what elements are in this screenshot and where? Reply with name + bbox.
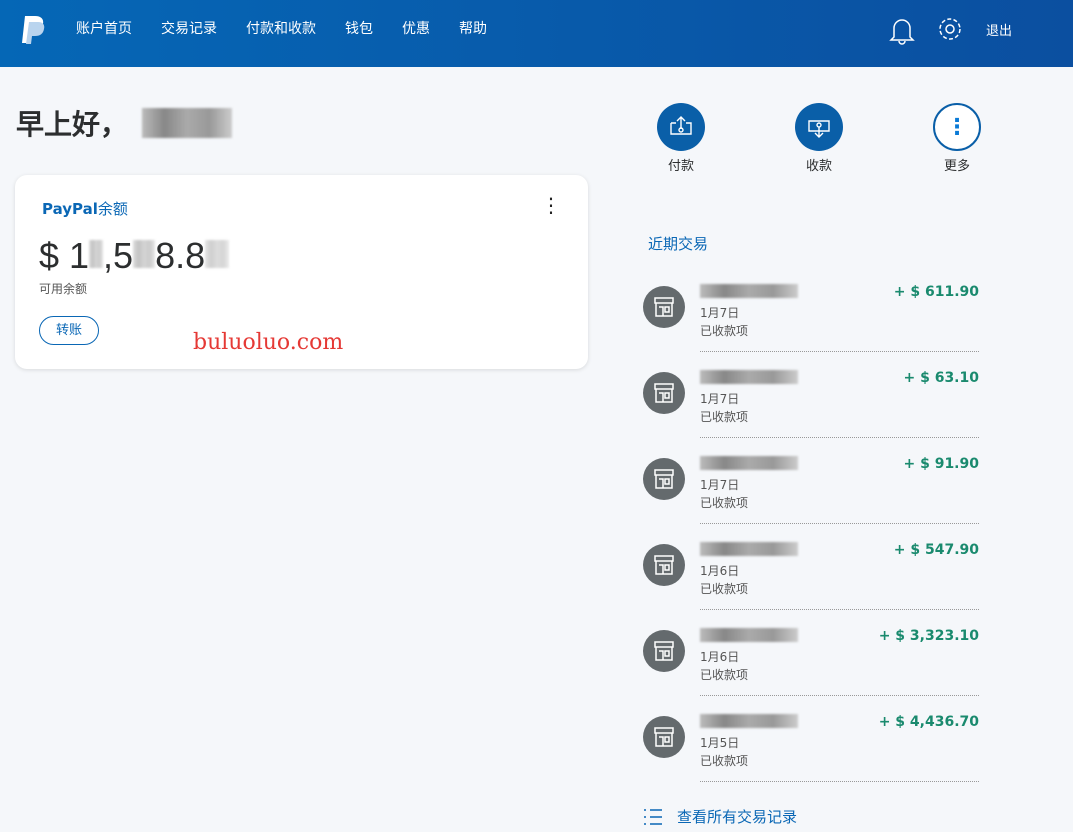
gear-icon[interactable] <box>936 15 964 43</box>
balance-amount: $ 1 ,5 8.8 <box>39 235 230 277</box>
transaction-date: 1月7日 <box>700 478 740 492</box>
transfer-button[interactable]: 转账 <box>39 316 99 345</box>
transaction-amount: + $ 63.10 <box>903 370 979 386</box>
send-money-icon <box>657 103 705 151</box>
transaction-status: 已收款项 <box>700 324 749 338</box>
blurred-digit <box>89 240 104 268</box>
view-all-text: 查看所有交易记录 <box>677 808 798 826</box>
transaction-date: 1月6日 <box>700 564 740 578</box>
store-icon <box>643 458 685 500</box>
blurred-merchant-name <box>700 284 798 298</box>
greeting-text: 早上好， <box>16 108 129 141</box>
nav-wallet[interactable]: 钱包 <box>345 18 373 38</box>
blurred-digit <box>133 240 156 268</box>
blurred-merchant-name <box>700 456 798 470</box>
transaction-status: 已收款项 <box>700 496 749 510</box>
nav-help[interactable]: 帮助 <box>459 18 487 38</box>
transaction-amount: + $ 3,323.10 <box>878 628 979 644</box>
transaction-row[interactable]: 1月7日 已收款项 + $ 611.90 <box>643 284 979 370</box>
request-label: 收款 <box>805 159 832 174</box>
divider <box>700 437 979 438</box>
more-vertical-icon[interactable]: ⋮ <box>541 195 561 215</box>
transaction-amount: + $ 547.90 <box>893 542 979 558</box>
transaction-status: 已收款项 <box>700 582 749 596</box>
blurred-username <box>142 108 233 138</box>
store-icon <box>643 716 685 758</box>
blurred-digit <box>205 240 230 268</box>
recent-activity-title: 近期交易 <box>648 235 709 253</box>
transaction-row[interactable]: 1月6日 已收款项 + $ 3,323.10 <box>643 628 979 714</box>
greeting: 早上好， <box>16 103 233 143</box>
balance-visible: $ 1 <box>39 235 90 276</box>
paypal-logo[interactable] <box>20 14 46 46</box>
balance-part: 8.8 <box>155 235 206 276</box>
brand: PayPal <box>42 200 98 218</box>
send-label: 付款 <box>667 159 694 174</box>
divider <box>700 523 979 524</box>
view-all-link[interactable]: 查看所有交易记录 <box>643 806 797 827</box>
request-button[interactable]: 收款 <box>779 103 859 174</box>
transaction-date: 1月7日 <box>700 306 740 320</box>
nav-activity[interactable]: 交易记录 <box>161 18 217 38</box>
divider <box>700 695 979 696</box>
nav-send-request[interactable]: 付款和收款 <box>246 18 316 38</box>
blurred-merchant-name <box>700 628 798 642</box>
transaction-row[interactable]: 1月7日 已收款项 + $ 63.10 <box>643 370 979 456</box>
more-button[interactable]: ⋮ 更多 <box>917 103 997 174</box>
store-icon <box>643 286 685 328</box>
transaction-row[interactable]: 1月7日 已收款项 + $ 91.90 <box>643 456 979 542</box>
transaction-row[interactable]: 1月5日 已收款项 + $ 4,436.70 <box>643 714 979 800</box>
available-label: 可用余额 <box>39 282 88 296</box>
blurred-merchant-name <box>700 714 798 728</box>
transaction-date: 1月7日 <box>700 392 740 406</box>
watermark: buluoluo.com <box>193 330 344 355</box>
more-label: 更多 <box>943 159 970 174</box>
transaction-date: 1月6日 <box>700 650 740 664</box>
transaction-amount: + $ 91.90 <box>903 456 979 472</box>
main-nav: 账户首页 交易记录 付款和收款 钱包 优惠 帮助 <box>76 18 516 38</box>
store-icon <box>643 544 685 586</box>
nav-home[interactable]: 账户首页 <box>76 18 132 38</box>
balance-part: ,5 <box>103 235 134 276</box>
balance-title: PayPal余额 <box>42 198 128 219</box>
transaction-amount: + $ 4,436.70 <box>878 714 979 730</box>
transaction-date: 1月5日 <box>700 736 740 750</box>
divider <box>700 351 979 352</box>
transaction-amount: + $ 611.90 <box>893 284 979 300</box>
divider <box>700 609 979 610</box>
request-money-icon <box>795 103 843 151</box>
send-button[interactable]: 付款 <box>641 103 721 174</box>
transaction-status: 已收款项 <box>700 754 749 768</box>
blurred-merchant-name <box>700 370 798 384</box>
logout-link[interactable]: 退出 <box>986 20 1012 39</box>
more-vertical-icon: ⋮ <box>933 103 981 151</box>
transaction-status: 已收款项 <box>700 410 749 424</box>
top-nav: 账户首页 交易记录 付款和收款 钱包 优惠 帮助 退出 <box>0 0 1073 67</box>
transaction-row[interactable]: 1月6日 已收款项 + $ 547.90 <box>643 542 979 628</box>
nav-offers[interactable]: 优惠 <box>402 18 430 38</box>
blurred-merchant-name <box>700 542 798 556</box>
store-icon <box>643 630 685 672</box>
store-icon <box>643 372 685 414</box>
divider <box>700 781 979 782</box>
transaction-status: 已收款项 <box>700 668 749 682</box>
list-icon <box>644 808 662 825</box>
bell-icon[interactable] <box>888 15 916 45</box>
title-suffix: 余额 <box>97 200 128 218</box>
